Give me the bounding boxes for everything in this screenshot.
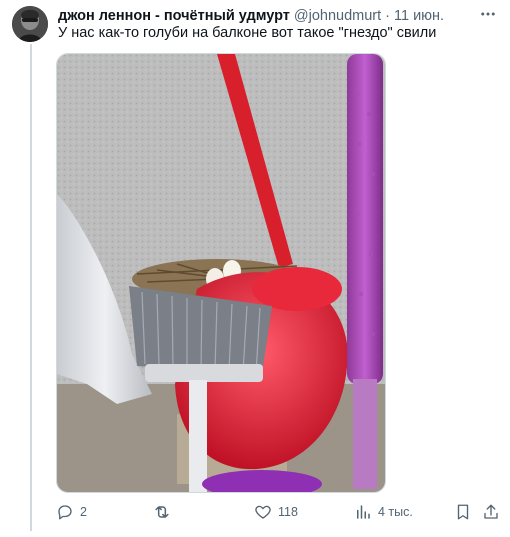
views-chart-icon — [354, 503, 372, 521]
tweet-header: джон леннон - почётный удмурт @johnudmur… — [58, 6, 496, 26]
views-count: 4 тыс. — [378, 505, 413, 519]
author-handle[interactable]: @johnudmurt — [294, 8, 381, 24]
tweet: джон леннон - почётный удмурт @johnudmur… — [0, 0, 510, 537]
heart-icon — [254, 503, 272, 521]
avatar[interactable] — [12, 6, 48, 42]
like-button[interactable]: 118 — [254, 498, 298, 526]
thread-line — [30, 44, 32, 531]
reply-icon — [56, 503, 74, 521]
reply-count: 2 — [80, 505, 87, 519]
share-icon — [482, 503, 500, 521]
share-button[interactable] — [482, 498, 500, 526]
reply-button[interactable]: 2 — [56, 498, 87, 526]
bookmark-button[interactable] — [454, 498, 472, 526]
like-count: 118 — [278, 505, 298, 519]
retweet-button[interactable] — [152, 498, 178, 526]
tweet-photo[interactable] — [56, 53, 386, 493]
more-dots-icon — [479, 5, 497, 28]
author-name[interactable]: джон леннон - почётный удмурт — [58, 8, 290, 24]
more-options-button[interactable] — [478, 6, 498, 26]
separator-dot: · — [385, 8, 390, 24]
bookmark-icon — [454, 503, 472, 521]
tweet-date[interactable]: 11 июн. — [394, 8, 444, 24]
views-button[interactable]: 4 тыс. — [354, 498, 413, 526]
tweet-text: У нас как-то голуби на балконе вот такое… — [58, 25, 437, 41]
tweet-actions: 2 118 4 тыс. — [56, 498, 502, 526]
retweet-icon — [152, 502, 172, 522]
